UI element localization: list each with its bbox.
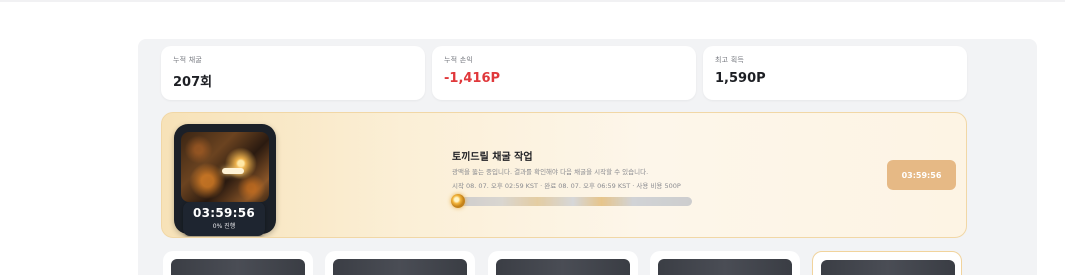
countdown-timer: 03:59:56 (192, 206, 256, 220)
drill-card[interactable] (650, 251, 800, 275)
mining-progress-bar (454, 197, 692, 206)
countdown-chip: 03:59:56 0% 진행 (183, 202, 265, 236)
drill-glow (222, 168, 244, 174)
stat-total-profit: 누적 손익 -1,416P (432, 46, 696, 100)
drill-image (181, 132, 269, 202)
stat-label: 누적 손익 (444, 56, 473, 64)
top-divider (0, 0, 1065, 2)
drill-card-image (171, 259, 305, 275)
check-result-button[interactable]: 03:59:56 (887, 160, 956, 190)
job-title: 토끼드릴 채굴 작업 (452, 152, 533, 163)
drill-card[interactable] (163, 251, 313, 275)
job-meta: 시작 08. 07. 오후 02:59 KST · 완료 08. 07. 오후 … (452, 182, 681, 190)
progress-percent: 0% 진행 (212, 223, 236, 230)
stat-value: -1,416P (444, 71, 501, 86)
active-mining-job: 03:59:56 0% 진행 토끼드릴 채굴 작업 광맥을 뚫는 중입니다. 결… (161, 112, 967, 238)
stat-value: 1,590P (715, 71, 766, 86)
stat-best-gain: 최고 획득 1,590P (703, 46, 967, 100)
progress-knob-icon (451, 194, 465, 208)
drill-card-selected[interactable] (812, 251, 962, 275)
stat-total-mining: 누적 채굴 207회 (161, 46, 425, 100)
stat-label: 누적 채굴 (173, 56, 202, 64)
drill-card-image (333, 259, 467, 275)
stat-label: 최고 획득 (715, 56, 744, 64)
drill-card-image (658, 259, 792, 275)
drill-card-image (821, 260, 955, 275)
job-description: 광맥을 뚫는 중입니다. 결과를 확인해야 다음 채굴을 시작할 수 있습니다. (452, 168, 649, 176)
drill-card-image (496, 259, 630, 275)
drill-card[interactable] (325, 251, 475, 275)
drill-card[interactable] (488, 251, 638, 275)
stat-value: 207회 (173, 75, 213, 90)
